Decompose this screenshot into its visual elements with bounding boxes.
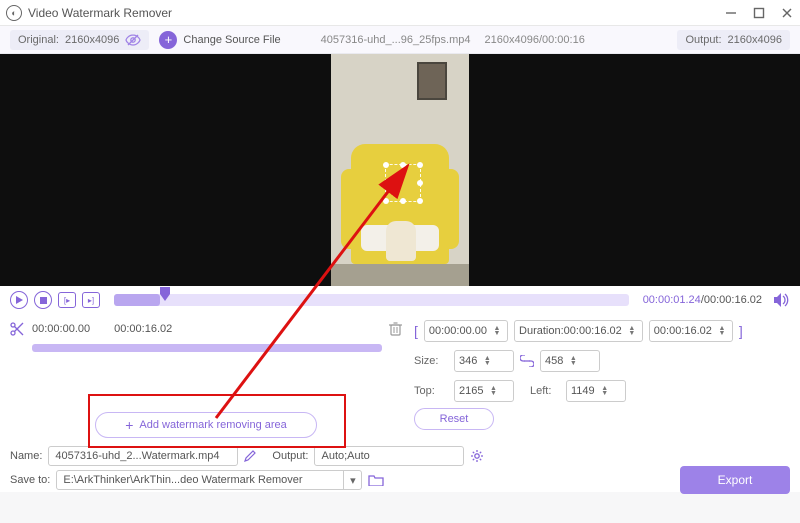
player-bar: [▸ ▸] 00:00:01.24/00:00:16.02 — [0, 286, 800, 314]
top-label: Top: — [414, 385, 448, 397]
output-profile-label: Output: — [272, 450, 308, 462]
top-toolbar: Original: 2160x4096 + Change Source File… — [0, 26, 800, 54]
geometry-panel: [ 00:00:00.00▲▼ Duration:00:00:16.02▲▼ 0… — [414, 318, 790, 438]
save-to-label: Save to: — [10, 474, 50, 486]
bottom-panel: Name: 4057316-uhd_2...Watermark.mp4 Outp… — [0, 438, 800, 492]
add-watermark-area-button[interactable]: + Add watermark removing area — [95, 412, 317, 438]
video-preview[interactable] — [0, 54, 800, 286]
left-label: Left: — [530, 385, 560, 397]
window-controls — [724, 6, 794, 20]
output-res-value: 2160x4096 — [728, 34, 782, 46]
left-input[interactable]: 1149▲▼ — [566, 380, 626, 402]
output-res-chip: Output: 2160x4096 — [677, 30, 790, 50]
current-time: 00:00:01.24 — [643, 294, 701, 306]
clip-duration-input[interactable]: Duration:00:00:16.02▲▼ — [514, 320, 643, 342]
aspect-lock-icon[interactable] — [520, 355, 534, 367]
original-label: Original: — [18, 34, 59, 46]
original-res-chip: Original: 2160x4096 — [10, 30, 149, 50]
size-width-input[interactable]: 346▲▼ — [454, 350, 514, 372]
player-timeline[interactable] — [114, 294, 629, 306]
playhead-icon[interactable] — [160, 287, 170, 297]
scissors-icon[interactable] — [10, 322, 24, 336]
step-back-button[interactable]: [▸ — [58, 292, 76, 308]
export-button[interactable]: Export — [680, 466, 790, 494]
range-start-bracket-icon[interactable]: [ — [414, 323, 418, 339]
watermark-selection-box[interactable] — [385, 164, 421, 202]
output-name-input[interactable]: 4057316-uhd_2...Watermark.mp4 — [48, 446, 238, 466]
play-button[interactable] — [10, 291, 28, 309]
app-icon: ◐ — [6, 5, 22, 21]
close-button[interactable] — [780, 6, 794, 20]
add-watermark-area-label: Add watermark removing area — [139, 419, 286, 431]
plus-icon: + — [125, 417, 133, 433]
preview-eye-icon[interactable] — [125, 34, 141, 46]
title-bar: ◐ Video Watermark Remover — [0, 0, 800, 26]
range-end-bracket-icon[interactable]: ] — [739, 323, 743, 339]
range-start-value: 00:00:00.00 — [32, 323, 90, 335]
maximize-button[interactable] — [752, 6, 766, 20]
change-source-plus-icon[interactable]: + — [159, 31, 177, 49]
output-label: Output: — [685, 34, 721, 46]
change-source-label[interactable]: Change Source File — [183, 34, 280, 46]
minimize-button[interactable] — [724, 6, 738, 20]
clip-start-input[interactable]: 00:00:00.00▲▼ — [424, 320, 508, 342]
range-slider[interactable] — [32, 344, 382, 352]
range-end-value: 00:00:16.02 — [114, 323, 172, 335]
save-path-dropdown-icon[interactable]: ▾ — [343, 471, 361, 489]
output-settings-icon[interactable] — [470, 449, 484, 463]
size-height-input[interactable]: 458▲▼ — [540, 350, 600, 372]
range-panel: 00:00:00.00 00:00:16.02 + Add watermark … — [10, 318, 402, 438]
source-file-name: 4057316-uhd_...96_25fps.mp4 — [321, 34, 471, 46]
source-file-meta: 2160x4096/00:00:16 — [485, 34, 585, 46]
delete-range-icon[interactable] — [389, 322, 402, 336]
clip-end-input[interactable]: 00:00:16.02▲▼ — [649, 320, 733, 342]
volume-icon[interactable] — [774, 293, 790, 307]
name-label: Name: — [10, 450, 42, 462]
middle-panel: 00:00:00.00 00:00:16.02 + Add watermark … — [0, 314, 800, 438]
output-profile-input[interactable]: Auto;Auto — [314, 446, 464, 466]
edit-name-icon[interactable] — [244, 450, 256, 462]
save-path-input[interactable]: E:\ArkThinker\ArkThin...deo Watermark Re… — [56, 470, 362, 490]
reset-button[interactable]: Reset — [414, 408, 494, 430]
top-input[interactable]: 2165▲▼ — [454, 380, 514, 402]
size-label: Size: — [414, 355, 448, 367]
open-folder-icon[interactable] — [368, 474, 384, 486]
app-title: Video Watermark Remover — [28, 6, 172, 20]
step-forward-button[interactable]: ▸] — [82, 292, 100, 308]
original-res-value: 2160x4096 — [65, 34, 119, 46]
duration-time: 00:00:16.02 — [704, 294, 762, 306]
video-frame — [331, 54, 469, 286]
stop-button[interactable] — [34, 291, 52, 309]
timecode: 00:00:01.24/00:00:16.02 — [643, 294, 762, 306]
